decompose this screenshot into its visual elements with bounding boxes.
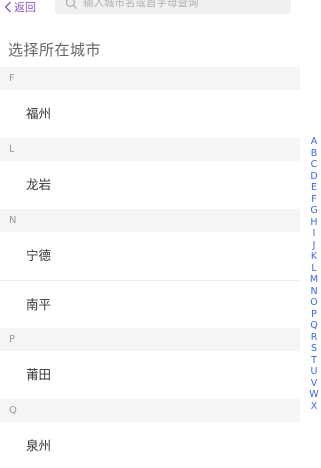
index-letter[interactable]: H: [310, 217, 317, 229]
index-letter[interactable]: O: [310, 297, 317, 309]
back-label: 返回: [14, 1, 36, 14]
index-letter[interactable]: L: [311, 263, 316, 275]
index-letter[interactable]: X: [311, 401, 318, 413]
group-header-n: N: [0, 209, 300, 232]
group-header-q: Q: [0, 399, 300, 422]
city-list: F 福州 L 龙岩 N 宁德 南平 P 莆田 Q 泉州: [0, 67, 300, 468]
city-item[interactable]: 福州: [0, 90, 300, 138]
index-letter[interactable]: J: [313, 240, 316, 252]
index-letter[interactable]: A: [311, 136, 318, 148]
index-letter[interactable]: G: [310, 205, 317, 217]
index-letter[interactable]: T: [311, 355, 317, 367]
index-letter[interactable]: U: [311, 366, 318, 378]
alphabet-index-bar[interactable]: A B C D E F G H I J K L M N O P Q R S T …: [307, 136, 321, 412]
index-letter[interactable]: V: [311, 378, 318, 390]
index-letter[interactable]: E: [311, 182, 317, 194]
city-item[interactable]: 宁德: [0, 232, 300, 280]
search-box[interactable]: [55, 0, 291, 14]
page-title: 选择所在城市: [8, 41, 102, 59]
index-letter[interactable]: F: [311, 194, 316, 206]
back-button[interactable]: 返回: [4, 0, 36, 14]
group-header-l: L: [0, 138, 300, 161]
search-icon: [65, 0, 78, 9]
index-letter[interactable]: I: [313, 228, 316, 240]
index-letter[interactable]: P: [311, 309, 317, 321]
search-input[interactable]: [83, 0, 283, 9]
group-header-p: P: [0, 328, 300, 351]
city-item[interactable]: 龙岩: [0, 161, 300, 209]
index-letter[interactable]: Q: [310, 320, 317, 332]
index-letter[interactable]: C: [311, 159, 318, 171]
city-item[interactable]: 南平: [0, 280, 300, 328]
city-item[interactable]: 莆田: [0, 351, 300, 399]
index-letter[interactable]: M: [310, 274, 318, 286]
group-header-f: F: [0, 67, 300, 90]
index-letter[interactable]: S: [311, 343, 317, 355]
index-letter[interactable]: N: [310, 286, 317, 298]
top-bar: 返回: [0, 0, 321, 20]
index-letter[interactable]: D: [310, 171, 317, 183]
chevron-left-icon: [4, 1, 11, 13]
index-letter[interactable]: R: [311, 332, 318, 344]
city-item[interactable]: 泉州: [0, 422, 300, 468]
index-letter[interactable]: B: [311, 148, 318, 160]
index-letter[interactable]: W: [309, 389, 318, 401]
index-letter[interactable]: K: [311, 251, 317, 263]
